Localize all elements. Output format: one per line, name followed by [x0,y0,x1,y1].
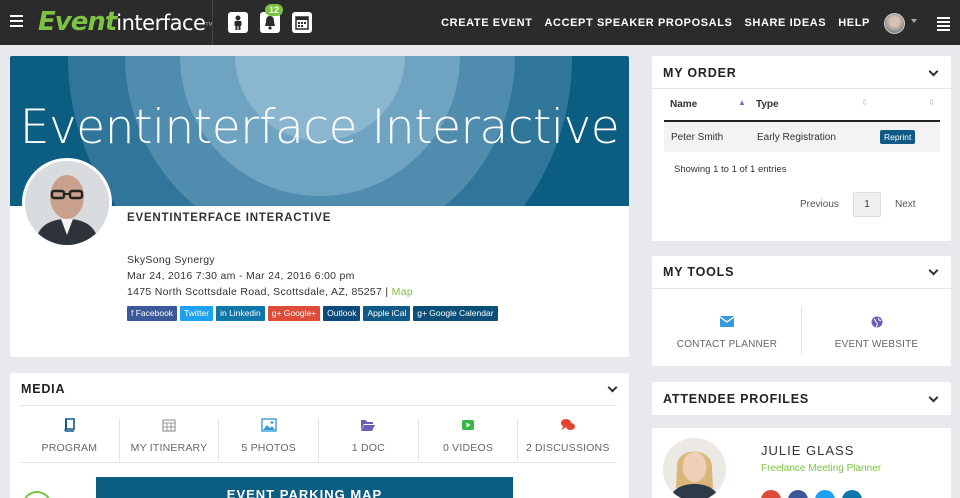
pagination-previous[interactable]: Previous [800,199,839,210]
attendee-name[interactable]: JULIE GLASS [761,443,854,458]
sort-icon[interactable]: ⇕ [861,98,868,107]
outlook-button[interactable]: Outlook [323,306,361,321]
attendee-social-icon[interactable] [815,490,835,498]
twitter-button[interactable]: Twitter [180,306,214,321]
nav-help[interactable]: HELP [838,17,870,29]
my-order-collapse-chevron-icon[interactable] [928,66,939,77]
media-title: MEDIA [21,382,66,396]
event-address: 1475 North Scottsdale Road, Scottsdale, … [127,286,413,298]
calendar-icon[interactable] [292,12,312,33]
hamburger-menu-icon[interactable] [10,15,23,27]
my-order-title: MY ORDER [663,66,737,80]
nav-share-ideas[interactable]: SHARE IDEAS [744,17,826,29]
my-tools-title: MY TOOLS [663,265,735,279]
media-items: PROGRAM MY ITINERARY 5 PHOTOS 1 DOC 0 VI… [20,418,617,463]
attendee-role: Freelance Meeting Planner [761,463,882,474]
attendee-profiles-header: ATTENDEE PROFILES [652,382,951,415]
top-navbar: EventinterfaceTM 12 CREATE EVENT ACCEPT … [0,0,960,45]
event-dates: Mar 24, 2016 7:30 am - Mar 24, 2016 6:00… [127,270,355,282]
banner-title: Eventinterface Interactive [19,100,620,155]
envelope-icon [720,316,734,327]
column-type[interactable]: Type [756,99,779,110]
nav-create-event[interactable]: CREATE EVENT [441,17,532,29]
attendee-social-icon[interactable] [788,490,808,498]
map-link[interactable]: Map [392,286,413,298]
sort-asc-icon[interactable]: ▲ [738,98,746,107]
video-play-icon [462,420,475,430]
parking-map-banner[interactable]: EVENT PARKING MAP [96,477,513,498]
table-row: Peter Smith Early Registration Reprint [664,122,940,152]
attendee-avatar[interactable] [663,438,726,498]
caret-down-icon[interactable] [911,19,917,23]
google-calendar-button[interactable]: g+ Google Calendar [413,306,498,321]
entries-summary: Showing 1 to 1 of 1 entries [674,164,787,175]
pagination-next[interactable]: Next [895,199,916,210]
googleplus-button[interactable]: g+ Google+ [267,306,321,321]
media-card: MEDIA PROGRAM MY ITINERARY 5 PHOTOS 1 DO… [10,373,629,498]
nav-accept-speaker-proposals[interactable]: ACCEPT SPEAKER PROPOSALS [544,17,732,29]
user-avatar[interactable] [884,13,905,34]
attendee-social-icon[interactable] [842,490,862,498]
nav-divider [212,0,213,45]
media-photos[interactable]: 5 PHOTOS [219,418,320,463]
reprint-button[interactable]: Reprint [880,130,916,144]
contact-planner-button[interactable]: CONTACT PLANNER [652,316,802,352]
globe-icon [871,316,882,328]
column-name[interactable]: Name [670,99,697,110]
person-icon[interactable] [228,12,248,33]
top-nav-links: CREATE EVENT ACCEPT SPEAKER PROPOSALS SH… [441,0,870,45]
share-buttons: f Facebook Twitter in Linkedin g+ Google… [127,306,498,321]
event-venue: SkySong Synergy [127,254,215,266]
notification-badge: 12 [265,4,284,16]
media-videos[interactable]: 0 VIDEOS [419,418,519,463]
row-type: Early Registration [757,132,836,143]
list-menu-icon[interactable] [937,17,950,33]
organizer-portrait [22,158,112,248]
image-icon [260,418,277,432]
attendee-collapse-chevron-icon[interactable] [928,392,939,403]
media-my-itinerary[interactable]: MY ITINERARY [120,418,220,463]
book-icon [64,418,76,432]
event-card: Eventinterface Interactive EVENTINTERFAC… [10,56,629,357]
attendee-card: JULIE GLASS Freelance Meeting Planner [652,428,951,498]
logo[interactable]: EventinterfaceTM [38,6,213,38]
media-program[interactable]: PROGRAM [20,418,120,463]
apple-ical-button[interactable]: Apple iCal [363,306,411,321]
event-name: EVENTINTERFACE INTERACTIVE [127,212,332,224]
sort-icon[interactable]: ⇕ [928,98,935,107]
row-name: Peter Smith [671,132,724,143]
pagination-page-1[interactable]: 1 [853,192,881,217]
my-tools-collapse-chevron-icon[interactable] [928,265,939,276]
step-indicator [22,491,52,498]
linkedin-button[interactable]: in Linkedin [216,306,265,321]
my-tools-card: MY TOOLS CONTACT PLANNER EVENT WEBSITE [652,256,951,366]
event-website-button[interactable]: EVENT WEBSITE [802,316,951,352]
chat-bubbles-icon [560,419,575,430]
facebook-button[interactable]: f Facebook [127,306,178,321]
media-docs[interactable]: 1 DOC [319,418,419,463]
media-discussions[interactable]: 2 DISCUSSIONS [518,418,617,463]
my-order-card: MY ORDER Name ▲ Type ⇕ ⇕ Peter Smith Ear… [652,56,951,241]
calendar-icon [162,419,176,432]
attendee-social-icon[interactable] [761,490,781,498]
media-collapse-chevron-icon[interactable] [607,382,618,393]
folder-open-icon [361,420,376,431]
attendee-profiles-title: ATTENDEE PROFILES [663,392,810,406]
